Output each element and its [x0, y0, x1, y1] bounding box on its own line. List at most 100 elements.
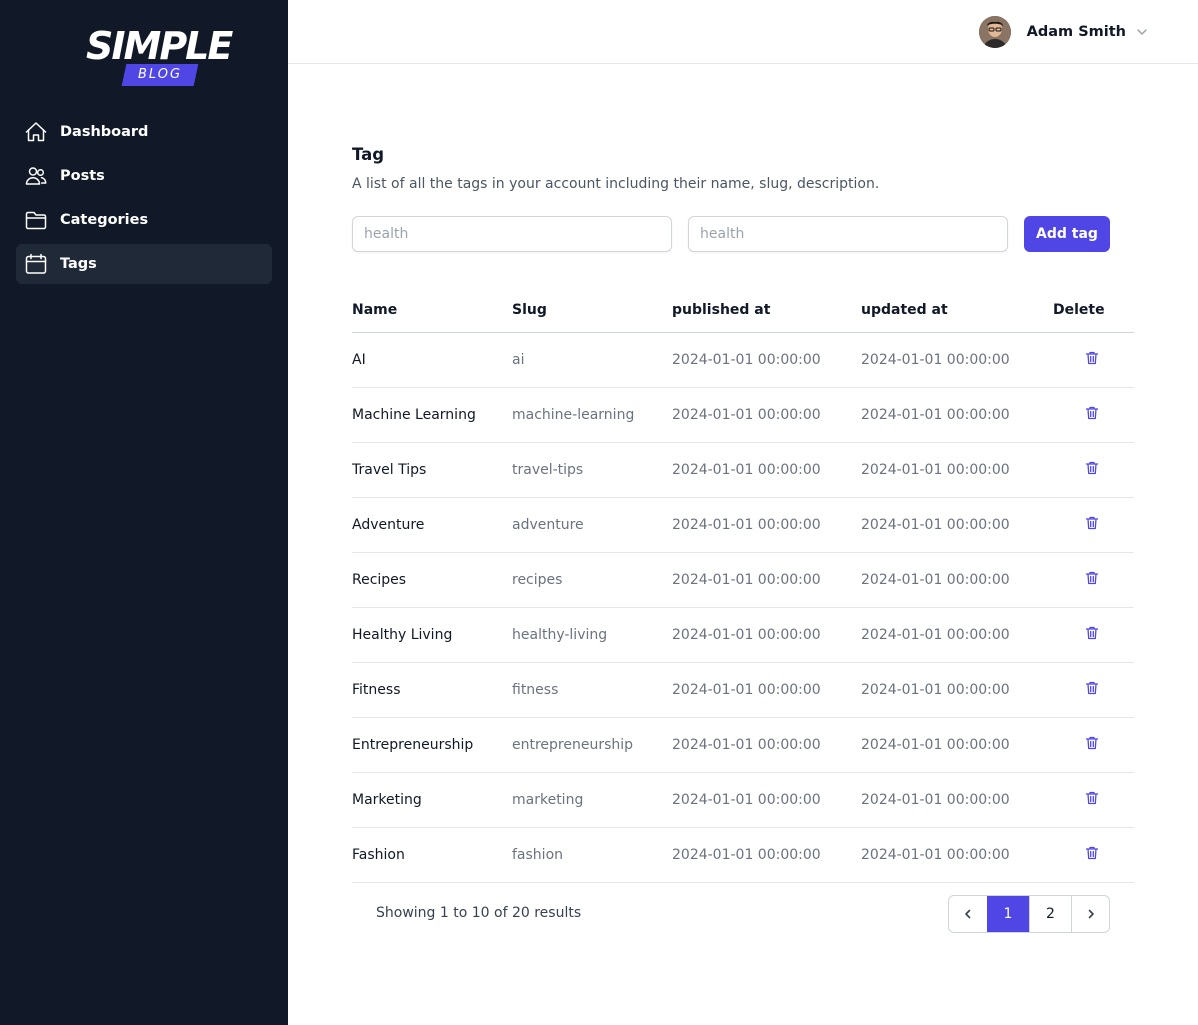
sidebar-item-posts[interactable]: Posts [16, 156, 272, 196]
trash-icon[interactable] [1084, 460, 1100, 476]
column-header-delete: Delete [1053, 288, 1134, 333]
delete-cell [1053, 387, 1134, 443]
page-2-button[interactable]: 2 [1029, 896, 1071, 932]
tag-slug-cell: travel-tips [512, 442, 672, 498]
table-row: Recipes recipes 2024-01-01 00:00:00 2024-01… [352, 552, 1134, 608]
updated-at-cell: 2024-01-01 00:00:00 [861, 497, 1053, 553]
table-row: Fitness fitness 2024-01-01 00:00:00 2024-01… [352, 662, 1134, 718]
user-name: Adam Smith [1026, 24, 1126, 40]
sidebar: SIMPLE BLOG Dashboard Posts Categories T… [0, 0, 288, 1025]
table-row: Healthy Living healthy-living 2024-01-01 0… [352, 607, 1134, 663]
delete-cell [1053, 827, 1134, 883]
table-row: AI ai 2024-01-01 00:00:00 2024-01-01 00:00:… [352, 332, 1134, 388]
column-header-slug: Slug [512, 288, 672, 333]
updated-at-cell: 2024-01-01 00:00:00 [861, 552, 1053, 608]
delete-cell [1053, 497, 1134, 553]
column-header-published: published at [672, 288, 861, 333]
sidebar-nav: Dashboard Posts Categories Tags [16, 112, 272, 288]
page-1-button[interactable]: 1 [987, 896, 1029, 932]
chevron-left-icon [965, 909, 971, 919]
table-row: Fashion fashion 2024-01-01 00:00:00 2024-01… [352, 827, 1134, 883]
trash-icon[interactable] [1084, 405, 1100, 421]
tag-name-cell: Marketing [352, 772, 512, 828]
published-at-cell: 2024-01-01 00:00:00 [672, 662, 861, 718]
table-header-row: Name Slug published at updated at Delete [352, 288, 1134, 333]
chevron-down-icon [1136, 23, 1148, 42]
delete-cell [1053, 332, 1134, 388]
previous-page-button[interactable] [949, 896, 987, 932]
avatar-image [978, 16, 1011, 48]
tag-slug-cell: marketing [512, 772, 672, 828]
updated-at-cell: 2024-01-01 00:00:00 [861, 827, 1053, 883]
delete-cell [1053, 662, 1134, 718]
tag-name-cell: Entrepreneurship [352, 717, 512, 773]
updated-at-cell: 2024-01-01 00:00:00 [861, 717, 1053, 773]
tag-name-cell: Adventure [352, 497, 512, 553]
folder-icon [24, 208, 48, 232]
tag-name-input[interactable] [352, 216, 672, 252]
updated-at-cell: 2024-01-01 00:00:00 [861, 442, 1053, 498]
tag-slug-cell: fashion [512, 827, 672, 883]
calendar-icon [24, 252, 48, 276]
sidebar-item-label: Dashboard [60, 124, 149, 140]
tag-name-cell: Fashion [352, 827, 512, 883]
tag-slug-cell: recipes [512, 552, 672, 608]
top-bar: Adam Smith [288, 0, 1198, 64]
trash-icon[interactable] [1084, 350, 1100, 366]
delete-cell [1053, 442, 1134, 498]
updated-at-cell: 2024-01-01 00:00:00 [861, 607, 1053, 663]
trash-icon[interactable] [1084, 845, 1100, 861]
updated-at-cell: 2024-01-01 00:00:00 [861, 387, 1053, 443]
sidebar-item-label: Posts [60, 168, 105, 184]
next-page-button[interactable] [1071, 896, 1109, 932]
tag-slug-cell: ai [512, 332, 672, 388]
users-icon [24, 164, 48, 188]
sidebar-item-categories[interactable]: Categories [16, 200, 272, 240]
tag-slug-input[interactable] [688, 216, 1008, 252]
results-summary: Showing 1 to 10 of 20 results [376, 905, 582, 921]
sidebar-item-tags[interactable]: Tags [16, 244, 272, 284]
published-at-cell: 2024-01-01 00:00:00 [672, 387, 861, 443]
trash-icon[interactable] [1084, 625, 1100, 641]
table-row: Machine Learning machine-learning 2024-01-… [352, 387, 1134, 443]
published-at-cell: 2024-01-01 00:00:00 [672, 332, 861, 388]
trash-icon[interactable] [1084, 790, 1100, 806]
published-at-cell: 2024-01-01 00:00:00 [672, 717, 861, 773]
trash-icon[interactable] [1084, 735, 1100, 751]
tag-name-cell: Travel Tips [352, 442, 512, 498]
table-row: Marketing marketing 2024-01-01 00:00:00 202… [352, 772, 1134, 828]
updated-at-cell: 2024-01-01 00:00:00 [861, 662, 1053, 718]
column-header-name: Name [352, 288, 512, 333]
table-body: AI ai 2024-01-01 00:00:00 2024-01-01 00:00:… [352, 332, 1134, 883]
delete-cell [1053, 552, 1134, 608]
logo-badge: BLOG [121, 64, 199, 86]
user-menu[interactable]: Adam Smith [978, 16, 1148, 48]
published-at-cell: 2024-01-01 00:00:00 [672, 607, 861, 663]
page-title: Tag [352, 145, 385, 164]
table-row: Travel Tips travel-tips 2024-01-01 00:00:0… [352, 442, 1134, 498]
sidebar-item-dashboard[interactable]: Dashboard [16, 112, 272, 152]
tags-table: Name Slug published at updated at Delete… [352, 288, 1134, 883]
table-row: Adventure adventure 2024-01-01 00:00:00 202… [352, 497, 1134, 553]
updated-at-cell: 2024-01-01 00:00:00 [861, 772, 1053, 828]
sidebar-item-label: Tags [60, 256, 97, 272]
trash-icon[interactable] [1084, 570, 1100, 586]
tag-name-cell: Fitness [352, 662, 512, 718]
logo-badge-text: BLOG [137, 67, 183, 82]
tag-slug-cell: adventure [512, 497, 672, 553]
trash-icon[interactable] [1084, 680, 1100, 696]
add-tag-button[interactable]: Add tag [1024, 216, 1110, 252]
published-at-cell: 2024-01-01 00:00:00 [672, 552, 861, 608]
chevron-right-icon [1088, 909, 1094, 919]
delete-cell [1053, 717, 1134, 773]
column-header-updated: updated at [861, 288, 1053, 333]
logo-wordmark: SIMPLE [86, 24, 233, 68]
avatar [978, 16, 1011, 48]
delete-cell [1053, 772, 1134, 828]
published-at-cell: 2024-01-01 00:00:00 [672, 497, 861, 553]
published-at-cell: 2024-01-01 00:00:00 [672, 442, 861, 498]
page-subtitle: A list of all the tags in your account i… [352, 176, 880, 192]
sidebar-item-label: Categories [60, 212, 149, 228]
logo[interactable]: SIMPLE BLOG [86, 24, 233, 88]
trash-icon[interactable] [1084, 515, 1100, 531]
